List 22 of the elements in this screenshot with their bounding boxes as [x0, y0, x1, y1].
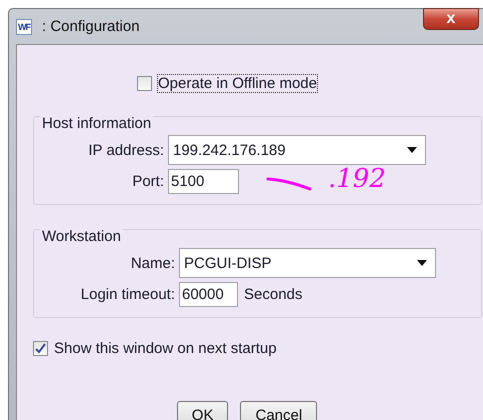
workstation-name-dropdown[interactable]: PCGUI-DISP [179, 248, 436, 278]
dropdown-arrow-icon[interactable] [417, 260, 427, 266]
handwritten-stroke-icon [266, 176, 312, 192]
field-label: Name: [130, 254, 175, 272]
handwritten-note: .192 [328, 166, 386, 192]
dialog-button[interactable]: OK [176, 401, 228, 420]
checkbox-label[interactable]: Operate in Offline mode [158, 75, 317, 92]
checkbox-label[interactable]: Show this window on next startup [54, 340, 277, 357]
field-label: Login timeout: [80, 286, 175, 303]
dropdown-arrow-icon[interactable] [407, 147, 417, 153]
checkbox[interactable] [137, 76, 152, 91]
login-timeout-field[interactable]: 60000 [179, 282, 238, 307]
close-button[interactable]: x [423, 8, 479, 30]
port-field[interactable]: 5100 [168, 169, 239, 194]
dialog-button[interactable]: Cancel [240, 401, 318, 420]
field-label: IP address: [87, 142, 164, 158]
app-icon: WF [16, 18, 32, 34]
field-label: Port: [131, 173, 164, 190]
ip-address-dropdown[interactable]: 199.242.176.189 [168, 135, 426, 165]
window-title: : Configuration [42, 18, 140, 35]
unit-label: Seconds [244, 286, 302, 303]
checkbox[interactable] [33, 341, 48, 356]
